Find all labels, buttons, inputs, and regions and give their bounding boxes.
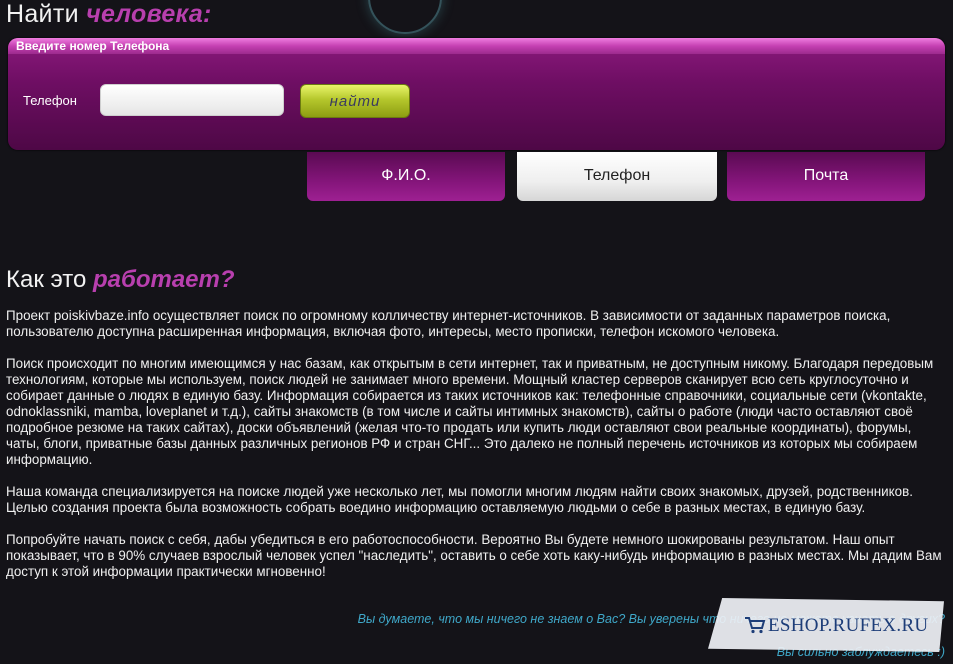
cart-icon — [745, 617, 766, 634]
about-paragraph: Поиск происходит по многим имеющимся у н… — [6, 356, 934, 467]
decorative-glow-ring — [368, 0, 442, 34]
page-title-accent: человека: — [86, 0, 212, 28]
about-paragraph: Наша команда специализируется на поиске … — [6, 484, 913, 515]
tab-email[interactable]: Почта — [727, 152, 925, 201]
about-paragraph: Попробуйте начать поиск с себя, дабы убе… — [6, 532, 942, 579]
watermark-overlay: ESHOP.RUFEX.RU — [708, 598, 944, 652]
how-it-works-heading-prefix: Как это — [6, 266, 87, 293]
about-paragraph: Проект poiskivbaze.info осуществляет пои… — [6, 308, 891, 339]
search-panel: Введите номер Телефона Телефон найти — [8, 38, 945, 150]
tab-phone[interactable]: Телефон — [517, 152, 717, 201]
how-it-works-content: Проект poiskivbaze.info осуществляет пои… — [6, 308, 946, 596]
tab-fio[interactable]: Ф.И.О. — [307, 152, 505, 201]
phone-input[interactable] — [100, 84, 284, 116]
how-it-works-heading: Как это работает? — [6, 266, 235, 294]
search-panel-title: Введите номер Телефона — [16, 39, 170, 53]
page-title-prefix: Найти — [6, 0, 79, 28]
search-panel-header: Введите номер Телефона — [8, 38, 945, 54]
watermark-text: ESHOP.RUFEX.RU — [768, 615, 929, 636]
how-it-works-heading-accent: работает? — [92, 266, 235, 293]
phone-field-label: Телефон — [23, 93, 77, 108]
search-button[interactable]: найти — [300, 84, 410, 118]
page-title: Найти человека: — [6, 0, 212, 29]
